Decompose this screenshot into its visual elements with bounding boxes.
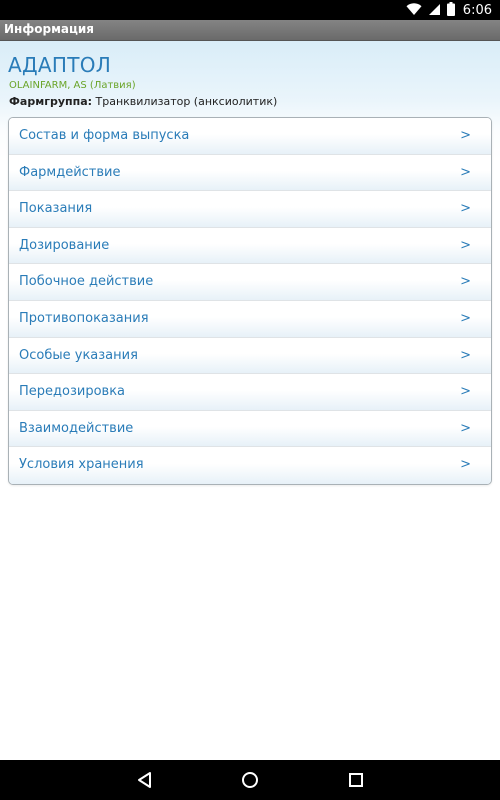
chevron-right-icon: > [460, 457, 471, 473]
pharm-group-label: Фармгруппа: [9, 95, 93, 108]
app-title-bar: Информация [0, 20, 500, 41]
pharm-group-value: Транквилизатор (анксиолитик) [95, 95, 278, 108]
menu-item-label: Передозировка [19, 384, 126, 400]
status-time: 6:06 [462, 2, 492, 18]
drug-name: АДАПТОЛ [8, 53, 112, 77]
chevron-right-icon: > [460, 201, 471, 217]
menu-item-side-effects[interactable]: Побочное действие > [9, 264, 491, 301]
menu-item-label: Показания [19, 201, 93, 217]
back-icon[interactable] [132, 768, 156, 792]
section-menu: Состав и форма выпуска > Фармдействие > … [8, 117, 492, 485]
menu-item-label: Побочное действие [19, 274, 154, 290]
menu-item-label: Дозирование [19, 237, 110, 253]
drug-manufacturer: OLAINFARM, AS (Латвия) [9, 80, 136, 91]
menu-item-overdose[interactable]: Передозировка > [9, 374, 491, 411]
chevron-right-icon: > [460, 384, 471, 400]
menu-item-label: Фармдействие [19, 164, 121, 180]
menu-item-special-instructions[interactable]: Особые указания > [9, 337, 491, 375]
menu-item-dosage[interactable]: Дозирование > [9, 227, 491, 265]
recents-icon[interactable] [344, 768, 368, 792]
home-icon[interactable] [238, 768, 262, 792]
menu-item-indications[interactable]: Показания > [9, 191, 491, 228]
menu-item-interactions[interactable]: Взаимодействие > [9, 410, 491, 448]
menu-item-storage[interactable]: Условия хранения > [9, 447, 491, 484]
pharm-group: Фармгруппа: Транквилизатор (анксиолитик) [9, 95, 277, 108]
chevron-right-icon: > [460, 237, 471, 253]
system-nav-bar [0, 760, 500, 800]
status-bar: 6:06 [0, 0, 500, 20]
signal-icon [428, 1, 441, 20]
app-title: Информация [4, 22, 94, 36]
menu-item-pharm-action[interactable]: Фармдействие > [9, 154, 491, 192]
menu-item-contraindications[interactable]: Противопоказания > [9, 300, 491, 338]
menu-item-label: Противопоказания [19, 310, 149, 326]
menu-item-label: Особые указания [19, 347, 138, 363]
chevron-right-icon: > [460, 274, 471, 290]
main-content: АДАПТОЛ OLAINFARM, AS (Латвия) Фармгрупп… [0, 41, 500, 760]
chevron-right-icon: > [460, 128, 471, 143]
menu-item-label: Состав и форма выпуска [19, 128, 190, 143]
battery-icon [446, 1, 455, 20]
chevron-right-icon: > [460, 420, 471, 436]
menu-item-composition[interactable]: Состав и форма выпуска > [9, 118, 491, 155]
chevron-right-icon: > [460, 310, 471, 326]
menu-item-label: Условия хранения [19, 457, 144, 473]
chevron-right-icon: > [460, 164, 471, 180]
status-icons: 6:06 [406, 0, 492, 20]
wifi-icon [406, 1, 422, 20]
chevron-right-icon: > [460, 347, 471, 363]
menu-item-label: Взаимодействие [19, 420, 134, 436]
